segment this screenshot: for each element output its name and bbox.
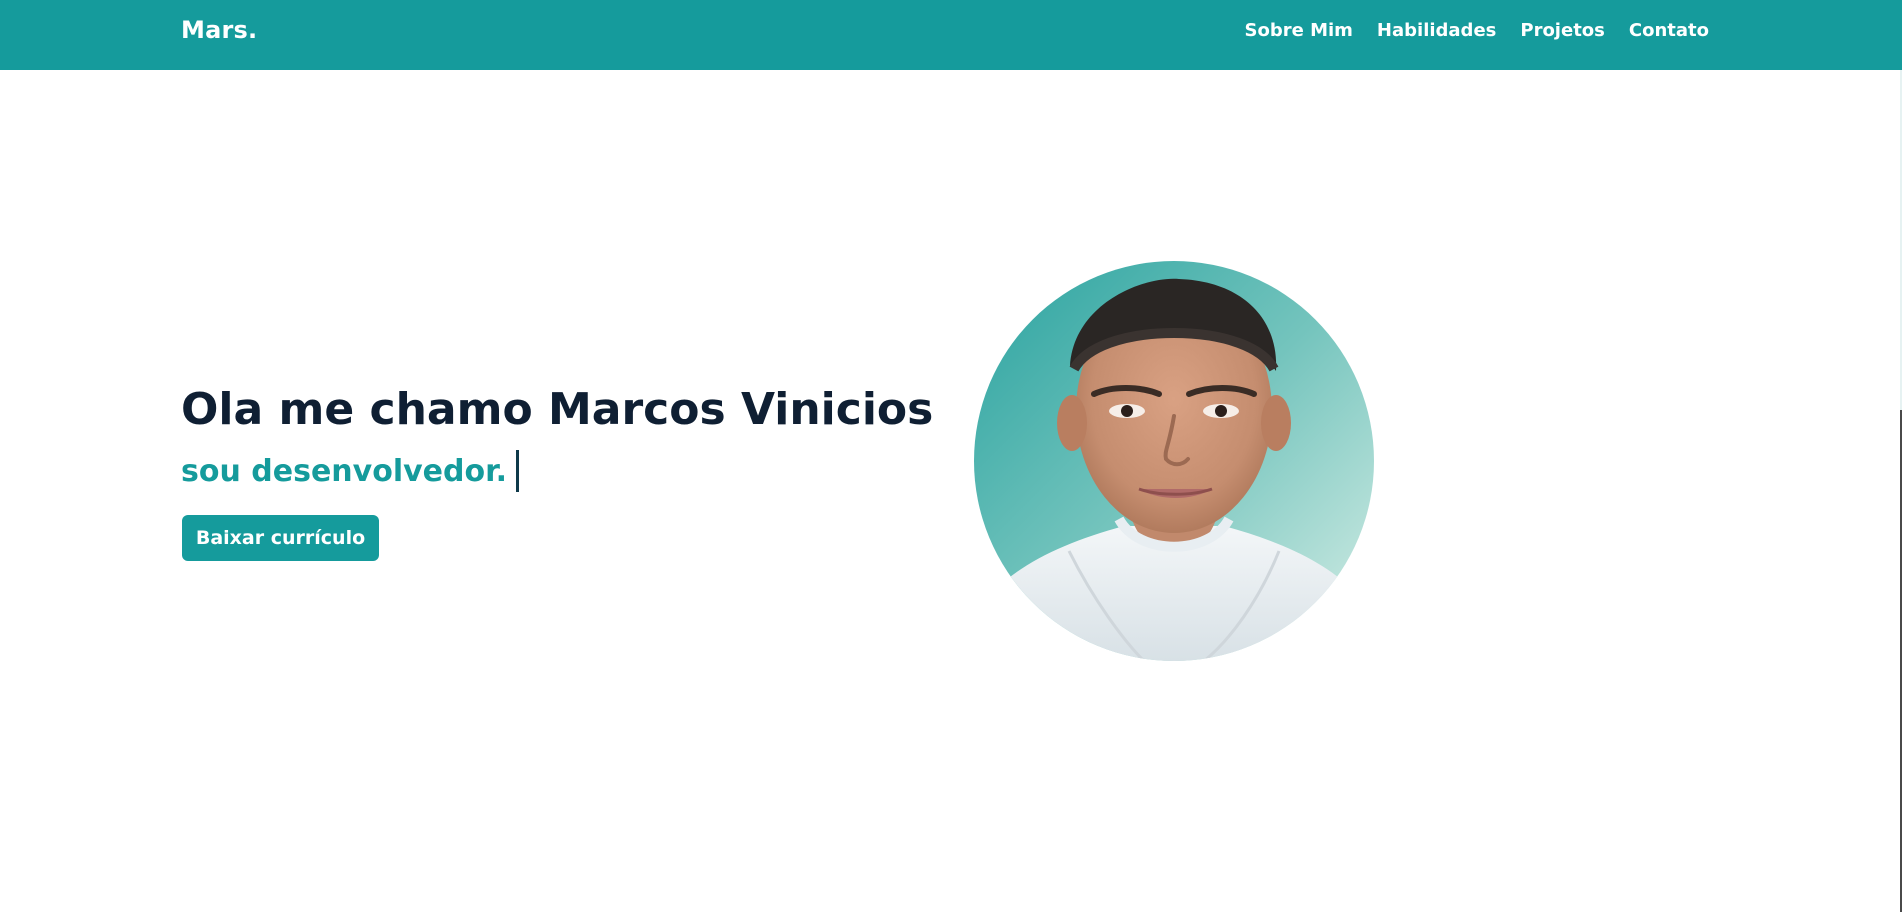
typing-cursor (516, 450, 520, 492)
hero-subtitle-line: sou desenvolvedor. (181, 450, 520, 492)
nav-link-projetos[interactable]: Projetos (1520, 20, 1605, 41)
hero-title: Ola me chamo Marcos Vinicios (181, 384, 934, 435)
hero-subtitle: sou desenvolvedor. (181, 453, 508, 489)
top-navbar: Mars. Sobre Mim Habilidades Projetos Con… (0, 0, 1902, 70)
profile-photo (974, 261, 1374, 661)
main-nav: Sobre Mim Habilidades Projetos Contato (1245, 20, 1709, 41)
nav-link-sobre-mim[interactable]: Sobre Mim (1245, 20, 1353, 41)
download-cv-button[interactable]: Baixar currículo (182, 515, 379, 561)
portfolio-page: Mars. Sobre Mim Habilidades Projetos Con… (0, 0, 1902, 912)
profile-photo-illustration (974, 261, 1374, 661)
nav-link-contato[interactable]: Contato (1629, 20, 1709, 41)
nav-link-habilidades[interactable]: Habilidades (1377, 20, 1496, 41)
site-logo[interactable]: Mars. (181, 16, 257, 44)
